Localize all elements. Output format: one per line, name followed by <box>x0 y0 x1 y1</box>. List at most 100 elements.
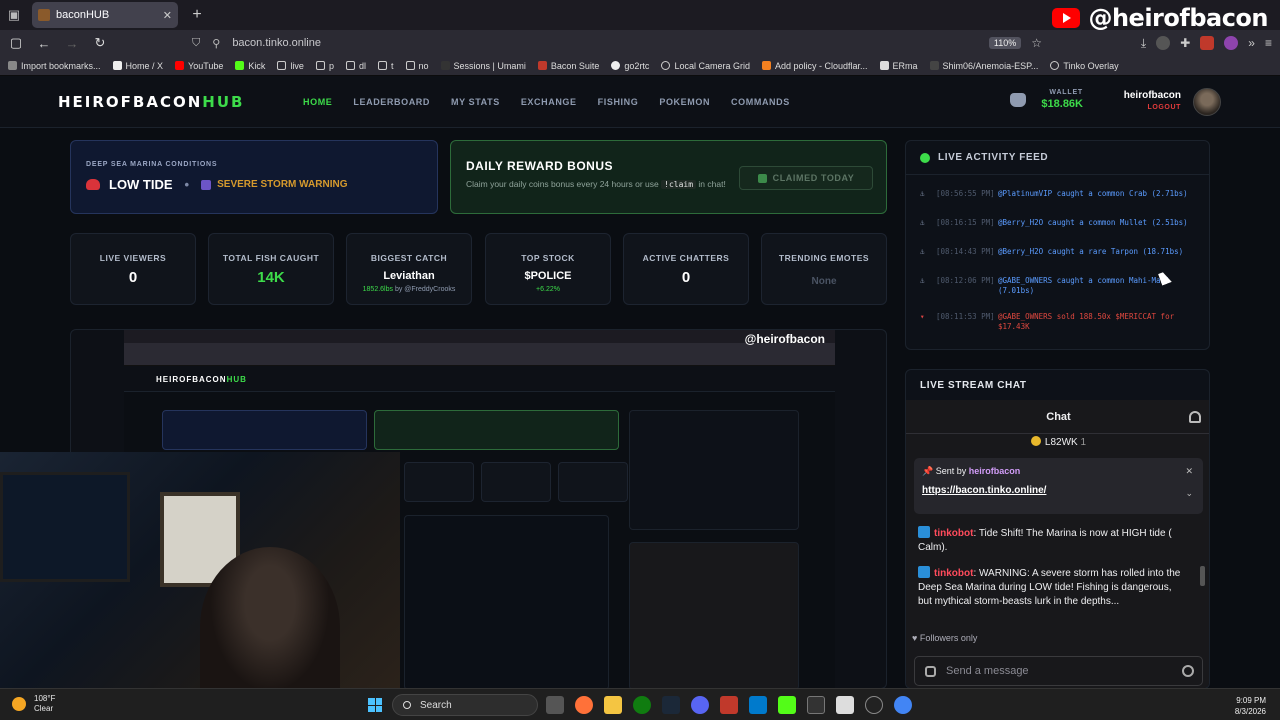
bookmark-item[interactable]: Tinko Overlay <box>1050 61 1119 71</box>
bookmark-item[interactable]: ERma <box>879 61 918 71</box>
file-explorer-icon[interactable] <box>604 696 622 714</box>
bookmark-item[interactable]: Kick <box>235 61 265 71</box>
firefox-icon[interactable] <box>575 696 593 714</box>
start-button[interactable] <box>368 698 382 712</box>
chat-input-badge-icon[interactable] <box>925 665 936 677</box>
stat-label: TOTAL FISH CAUGHT <box>222 253 320 263</box>
site-favicon-icon <box>38 9 50 21</box>
crab-icon <box>86 179 100 190</box>
unpin-icon[interactable]: ✕ <box>1185 466 1193 477</box>
bookmark-item[interactable]: Local Camera Grid <box>661 61 750 71</box>
task-view-icon[interactable] <box>546 696 564 714</box>
site-logo[interactable]: HEIROFBACONHUB <box>58 93 244 111</box>
menu-icon[interactable]: ≡ <box>1265 36 1272 50</box>
bookmark-item[interactable]: Import bookmarks... <box>8 61 101 71</box>
nav-home[interactable]: HOME <box>303 97 332 107</box>
zoom-level[interactable]: 110% <box>988 37 1022 49</box>
downloads-icon[interactable]: ⤓ <box>1141 36 1146 51</box>
extension-icon[interactable] <box>1156 36 1171 50</box>
new-tab-button[interactable]: + <box>184 6 210 24</box>
discord-taskbar-icon[interactable] <box>691 696 709 714</box>
webcam-streamer <box>200 547 340 688</box>
tide-text: LOW TIDE <box>109 177 173 192</box>
bookmark-item[interactable]: Shim06/Anemoia-ESP... <box>929 61 1038 71</box>
close-tab-icon[interactable]: ✕ <box>163 9 172 22</box>
chart-down-icon: ▾ <box>920 312 925 321</box>
nav-pokemon[interactable]: POKEMON <box>659 97 710 107</box>
forward-button[interactable]: → <box>60 36 84 51</box>
terminal-icon[interactable] <box>807 696 825 714</box>
nav-commands[interactable]: COMMANDS <box>731 97 790 107</box>
activity-row: ⚓ [08:14:43 PM] @Berry_H2O caught a rare T… <box>920 247 1184 256</box>
steam-icon[interactable] <box>662 696 680 714</box>
logout-link[interactable]: LOGOUT <box>1108 104 1181 111</box>
discord-icon[interactable] <box>1010 93 1026 107</box>
bookmark-item[interactable]: Add policy - Cloudflar... <box>761 61 868 71</box>
system-clock[interactable]: 9:09 PM 8/3/2026 <box>1235 695 1266 717</box>
bookmark-item[interactable]: Sessions | Umami <box>440 61 526 71</box>
kick-icon[interactable] <box>778 696 796 714</box>
marina-conditions-card: DEEP SEA MARINA CONDITIONS LOW TIDE • SE… <box>70 140 438 214</box>
reload-button[interactable]: ↻ <box>88 35 112 51</box>
bookmark-folder[interactable]: dl <box>345 61 366 71</box>
stat-active-chatters: ACTIVE CHATTERS 0 <box>623 233 749 305</box>
chat-input-placeholder[interactable]: Send a message <box>946 665 1182 677</box>
claimed-today-button[interactable]: CLAIMED TODAY <box>739 166 873 190</box>
emote-picker-icon[interactable] <box>1182 665 1194 677</box>
bookmark-folder[interactable]: no <box>405 61 429 71</box>
pinned-link[interactable]: https://bacon.tinko.online/ <box>922 485 1046 496</box>
nav-leaderboard[interactable]: LEADERBOARD <box>353 97 430 107</box>
sidebar-toggle-icon[interactable]: ▢ <box>4 35 28 51</box>
back-button[interactable]: ← <box>32 36 56 51</box>
weather-widget[interactable]: 108°F Clear <box>12 694 55 714</box>
taskbar-search[interactable]: Search <box>392 694 538 716</box>
bookmark-folder[interactable]: t <box>377 61 394 71</box>
address-bar[interactable]: ⛉ ⚲ bacon.tinko.online 110% ☆ <box>192 32 1042 54</box>
bookmark-item[interactable]: Home / X <box>112 61 163 71</box>
chat-header: Chat <box>906 400 1209 434</box>
site-info-icon[interactable]: ⚲ <box>212 37 220 50</box>
nav-my-stats[interactable]: MY STATS <box>451 97 500 107</box>
extensions-puzzle-icon[interactable]: ✚ <box>1180 36 1190 50</box>
bookmark-folder[interactable]: p <box>315 61 334 71</box>
url-text[interactable]: bacon.tinko.online <box>232 37 321 49</box>
avatar[interactable] <box>1193 88 1221 116</box>
user-list-icon[interactable] <box>1189 411 1201 423</box>
expand-chevron-icon[interactable]: ⌄ <box>1185 488 1193 499</box>
app-red-icon[interactable] <box>720 696 738 714</box>
tab-list-icon[interactable]: ▣ <box>0 0 28 30</box>
bookmark-item[interactable]: go2rtc <box>611 61 649 71</box>
chat-scrollbar[interactable] <box>1200 566 1205 586</box>
stat-live-viewers: LIVE VIEWERS 0 <box>70 233 196 305</box>
app-white-icon[interactable] <box>836 696 854 714</box>
more-tools-icon[interactable]: » <box>1248 36 1255 50</box>
shield-icon[interactable]: ⛉ <box>192 37 200 50</box>
bookmark-item[interactable]: YouTube <box>175 61 223 71</box>
vscode-icon[interactable] <box>749 696 767 714</box>
obs-icon[interactable] <box>865 696 883 714</box>
browser-tab-bar: ▣ baconHUB ✕ + @heirofbacon <box>0 0 1280 32</box>
chat-panel: Chat L82WK 1 📌 Sent by heirofbacon https… <box>906 400 1209 688</box>
profile-icon[interactable] <box>1224 36 1239 50</box>
activity-row: ⚓ [08:56:55 PM] @PlatinumVIP caught a comm… <box>920 189 1188 198</box>
browser-tab[interactable]: baconHUB ✕ <box>32 2 178 28</box>
bookmark-folder[interactable]: live <box>277 61 304 71</box>
extension-badge-icon[interactable] <box>1200 36 1215 50</box>
nav-exchange[interactable]: EXCHANGE <box>521 97 577 107</box>
chat-input[interactable]: Send a message <box>914 656 1203 686</box>
wallet-label: WALLET <box>1049 89 1083 96</box>
separator-dot: • <box>184 177 190 192</box>
chrome-icon[interactable] <box>894 696 912 714</box>
chat-message: tinkobot: Tide Shift! The Marina is now … <box>918 526 1172 553</box>
claim-command: !claim <box>661 180 697 189</box>
search-icon <box>403 701 411 709</box>
marina-status: LOW TIDE • SEVERE STORM WARNING <box>86 177 348 192</box>
nav-fishing[interactable]: FISHING <box>598 97 639 107</box>
bot-badge-icon <box>918 566 930 578</box>
bookmark-item[interactable]: Bacon Suite <box>537 61 599 71</box>
fishing-hook-icon: ⚓ <box>920 247 925 256</box>
pinned-gift-banner[interactable]: L82WK 1 <box>906 434 1209 450</box>
wallet-display: WALLET $18.86K <box>1040 89 1083 110</box>
bookmark-star-icon[interactable]: ☆ <box>1031 36 1042 50</box>
xbox-icon[interactable] <box>633 696 651 714</box>
